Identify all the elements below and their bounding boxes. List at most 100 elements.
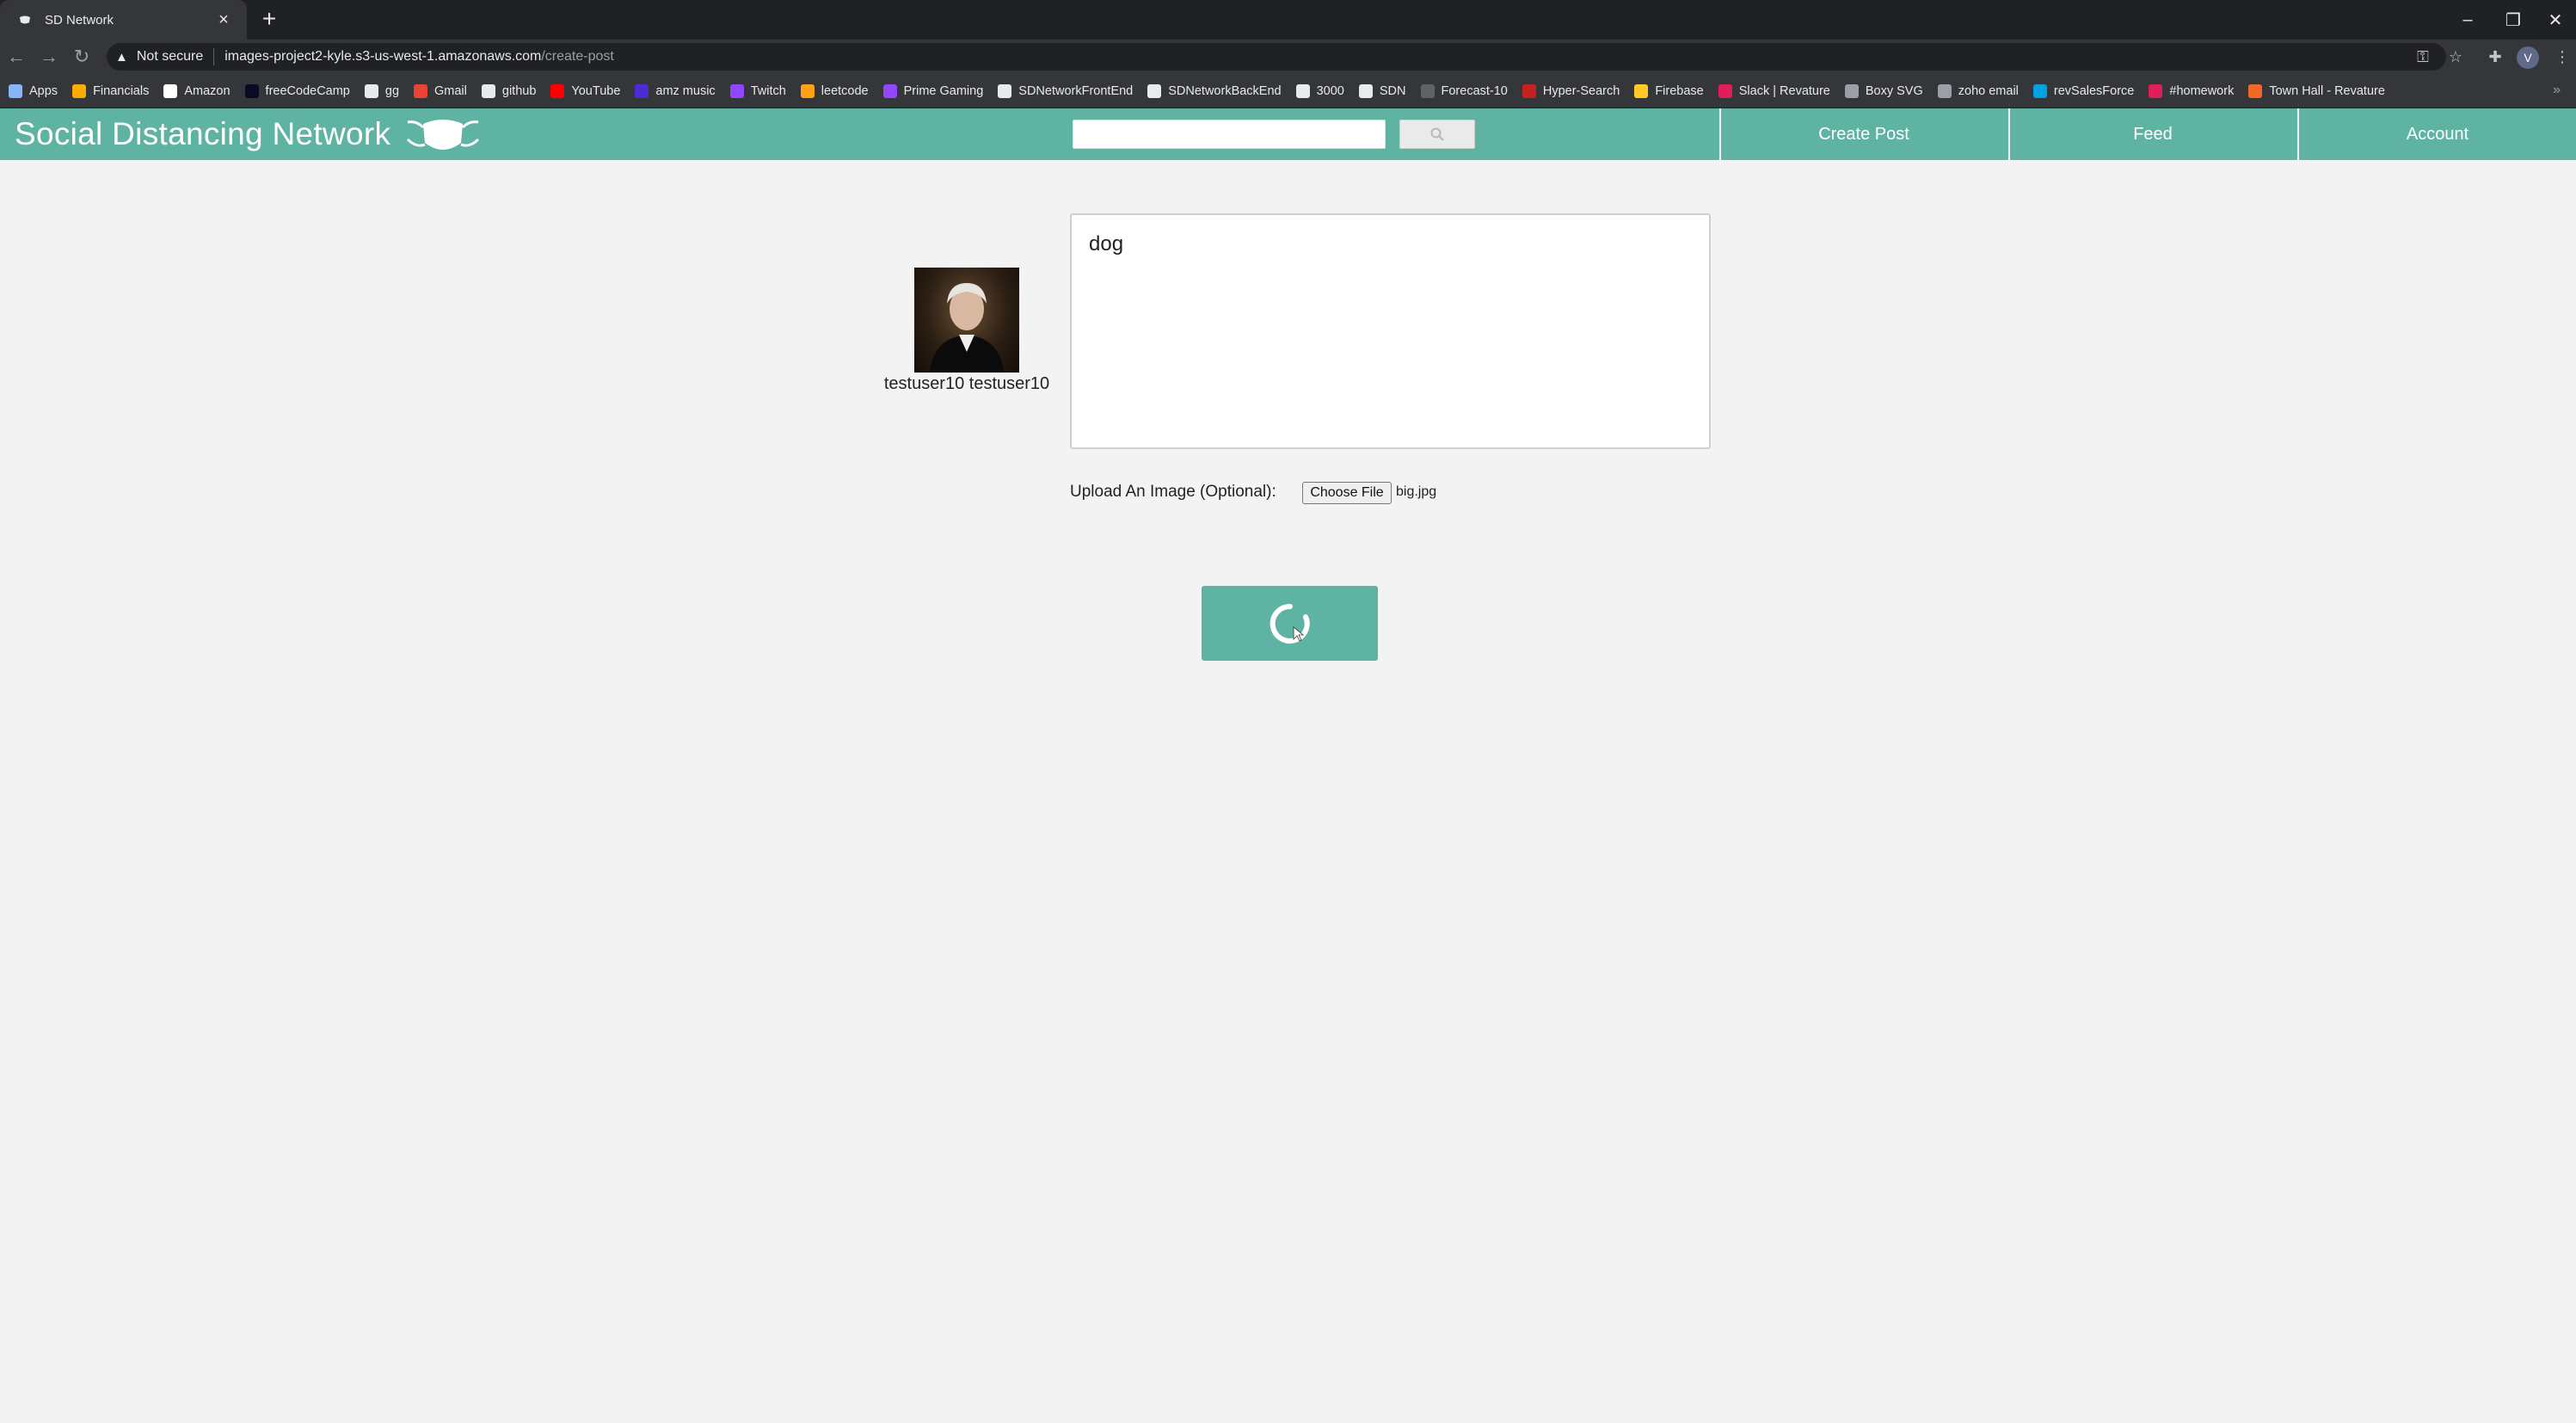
bookmark-label: Slack | Revature bbox=[1738, 83, 1830, 98]
globe-icon bbox=[1358, 83, 1373, 98]
prime-gaming-icon bbox=[882, 83, 897, 98]
bookmark-item[interactable]: Gmail bbox=[414, 83, 467, 98]
window-close-icon[interactable]: ✕ bbox=[2533, 0, 2576, 40]
bookmark-label: 3000 bbox=[1316, 83, 1344, 98]
bookmark-label: Prime Gaming bbox=[903, 83, 984, 98]
reload-icon[interactable]: ↻ bbox=[69, 44, 95, 70]
bookmark-item[interactable]: github bbox=[481, 83, 536, 98]
bookmark-label: Twitch bbox=[750, 83, 786, 98]
close-tab-icon[interactable]: × bbox=[212, 9, 235, 31]
bookmark-label: amz music bbox=[655, 83, 716, 98]
security-label[interactable]: Not secure bbox=[137, 49, 203, 65]
bookmark-label: Apps bbox=[29, 83, 58, 98]
search-icon bbox=[1430, 127, 1444, 141]
minimize-icon[interactable]: – bbox=[2445, 0, 2490, 40]
bookmark-label: SDNetworkFrontEnd bbox=[1018, 83, 1134, 98]
nav-feed[interactable]: Feed bbox=[2008, 108, 2296, 160]
amz-music-icon bbox=[635, 83, 649, 98]
twitch-icon bbox=[729, 83, 744, 98]
bookmark-item[interactable]: Town Hall - Revature bbox=[2248, 83, 2385, 98]
bookmark-label: zoho email bbox=[1958, 83, 2019, 98]
homework-icon bbox=[2149, 83, 2163, 98]
bookmark-label: YouTube bbox=[571, 83, 621, 98]
bookmark-item[interactable]: YouTube bbox=[550, 83, 621, 98]
globe-icon bbox=[1295, 83, 1310, 98]
bookmark-item[interactable]: Hyper-Search bbox=[1522, 83, 1620, 98]
portrait-image bbox=[930, 283, 1004, 373]
revature-icon bbox=[2248, 83, 2263, 98]
restore-icon[interactable]: ❐ bbox=[2491, 0, 2536, 40]
post-text-input[interactable] bbox=[1070, 213, 1711, 449]
cloud-icon bbox=[1420, 83, 1435, 98]
bookmarks-bar: Apps Financials Amazon freeCodeCamp gg Gmail g… bbox=[0, 74, 2576, 108]
back-icon[interactable]: ← bbox=[3, 44, 29, 70]
url-host: images-project2-kyle.s3-us-west-1.amazon… bbox=[224, 49, 542, 64]
loading-spinner-icon bbox=[1270, 603, 1310, 644]
bookmark-item[interactable]: SDN bbox=[1358, 83, 1406, 98]
bookmark-item[interactable]: SDNetworkFrontEnd bbox=[998, 83, 1134, 98]
bookmark-item[interactable]: freeCodeCamp bbox=[244, 83, 350, 98]
bookmark-item[interactable]: 3000 bbox=[1295, 83, 1344, 98]
search-button[interactable] bbox=[1399, 120, 1475, 149]
forward-icon[interactable]: → bbox=[36, 44, 62, 70]
bookmark-item[interactable]: Boxy SVG bbox=[1844, 83, 1923, 98]
nav-create-post[interactable]: Create Post bbox=[1719, 108, 2007, 160]
salesforce-icon bbox=[2032, 83, 2047, 98]
youtube-icon bbox=[550, 83, 565, 98]
bookmark-item[interactable]: zoho email bbox=[1937, 83, 2019, 98]
bookmark-item[interactable]: leetcode bbox=[800, 83, 869, 98]
bookmark-item[interactable]: Forecast-10 bbox=[1420, 83, 1508, 98]
upload-label: Upload An Image (Optional): bbox=[1070, 483, 1276, 501]
bookmark-label: Town Hall - Revature bbox=[2269, 83, 2385, 98]
extensions-icon[interactable]: ✚ bbox=[2482, 44, 2508, 70]
nav-account[interactable]: Account bbox=[2297, 108, 2576, 160]
bookmark-label: #homework bbox=[2169, 83, 2235, 98]
bookmark-label: freeCodeCamp bbox=[265, 83, 350, 98]
bookmark-item[interactable]: SDNetworkBackEnd bbox=[1147, 83, 1282, 98]
omnibox-divider bbox=[213, 48, 215, 65]
freecodecamp-icon bbox=[244, 83, 259, 98]
bookmarks-overflow-icon[interactable]: » bbox=[2553, 83, 2561, 98]
warning-icon[interactable]: ▲ bbox=[115, 50, 128, 65]
bookmark-item[interactable]: Slack | Revature bbox=[1718, 83, 1830, 98]
profile-avatar[interactable]: V bbox=[2517, 46, 2539, 69]
github-icon bbox=[481, 83, 495, 98]
bookmark-label: SDN bbox=[1379, 83, 1406, 98]
browser-toolbar: ← → ↻ ▲ Not secure images-project2-kyle.… bbox=[0, 40, 2576, 74]
browser-tab[interactable]: SD Network × bbox=[0, 0, 247, 40]
firebase-icon bbox=[1634, 83, 1649, 98]
new-tab-button[interactable]: + bbox=[256, 7, 282, 33]
brand-title[interactable]: Social Distancing Network bbox=[15, 116, 390, 152]
browser-tabstrip: SD Network × + – ❐ ✕ bbox=[0, 0, 2576, 40]
choose-file-button[interactable]: Choose File bbox=[1302, 482, 1392, 504]
bookmark-label: Financials bbox=[93, 83, 150, 98]
star-icon[interactable]: ☆ bbox=[2443, 44, 2468, 70]
zoho-icon bbox=[1937, 83, 1952, 98]
hyper-search-icon bbox=[1522, 83, 1536, 98]
key-icon[interactable]: ⚿ bbox=[2410, 44, 2436, 70]
selected-file-name: big.jpg bbox=[1396, 484, 1437, 499]
bookmark-item[interactable]: Twitch bbox=[729, 83, 786, 98]
leetcode-icon bbox=[800, 83, 815, 98]
bookmark-label: Boxy SVG bbox=[1865, 83, 1923, 98]
bookmark-item[interactable]: #homework bbox=[2149, 83, 2235, 98]
mask-favicon-icon bbox=[17, 12, 33, 28]
bookmark-label: Gmail bbox=[434, 83, 467, 98]
bookmark-item[interactable]: Apps bbox=[9, 83, 58, 98]
bookmark-item[interactable]: Amazon bbox=[163, 83, 231, 98]
github-icon bbox=[998, 83, 1012, 98]
search-input[interactable] bbox=[1073, 120, 1386, 149]
submit-post-button[interactable] bbox=[1202, 586, 1378, 661]
bookmark-item[interactable]: Firebase bbox=[1634, 83, 1704, 98]
apps-grid-icon bbox=[9, 83, 22, 98]
address-bar[interactable]: ▲ Not secure images-project2-kyle.s3-us-… bbox=[107, 43, 2446, 71]
menu-kebab-icon[interactable]: ⋮ bbox=[2549, 44, 2575, 70]
bookmark-item[interactable]: amz music bbox=[635, 83, 716, 98]
bookmark-item[interactable]: revSalesForce bbox=[2032, 83, 2134, 98]
bookmark-item[interactable]: gg bbox=[364, 83, 399, 98]
tab-title: SD Network bbox=[45, 12, 114, 28]
bookmark-item[interactable]: Financials bbox=[72, 83, 150, 98]
bookmark-item[interactable]: Prime Gaming bbox=[882, 83, 984, 98]
bookmark-label: SDNetworkBackEnd bbox=[1168, 83, 1282, 98]
amazon-icon bbox=[163, 83, 178, 98]
